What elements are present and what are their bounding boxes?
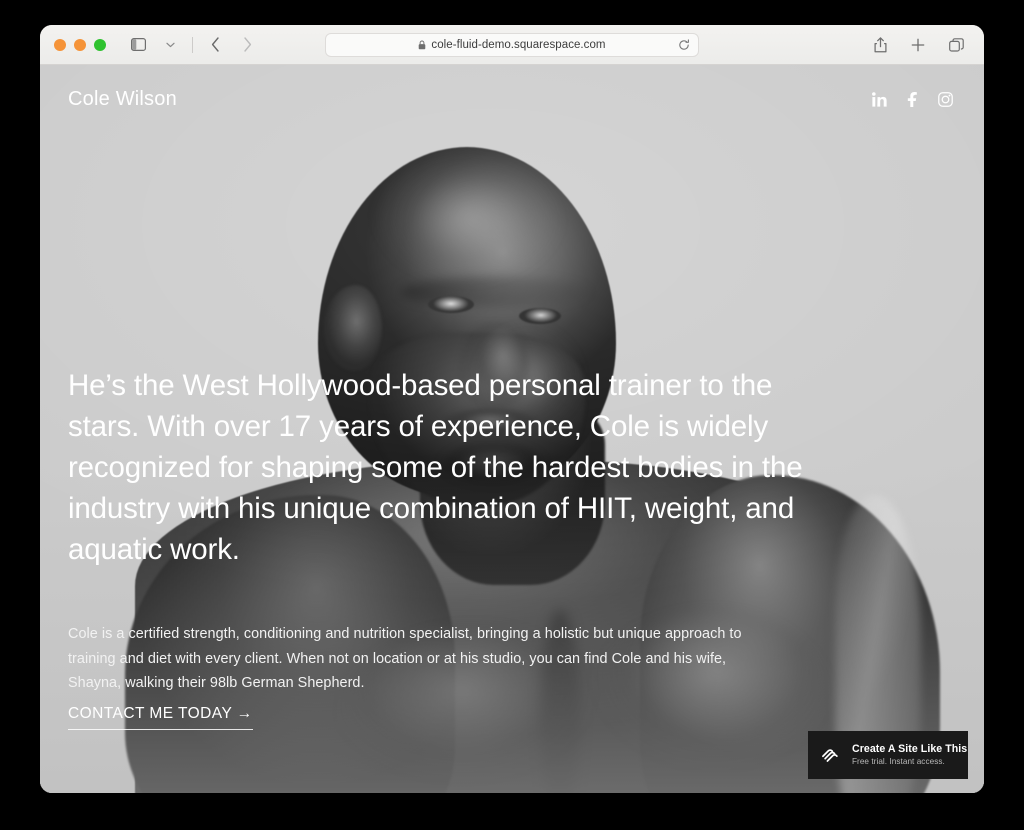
toolbar-right-actions <box>866 33 970 57</box>
back-button[interactable] <box>201 33 229 57</box>
url-text: cole-fluid-demo.squarespace.com <box>431 38 606 51</box>
photo-right-eye <box>519 308 561 324</box>
page-viewport: Cole Wilson He’s the West Hollywood-base… <box>40 65 984 793</box>
reload-icon[interactable] <box>676 37 692 53</box>
close-window-button[interactable] <box>54 38 66 51</box>
linkedin-icon[interactable] <box>871 91 888 108</box>
tab-overview-button[interactable] <box>942 33 970 57</box>
browser-toolbar: cole-fluid-demo.squarespace.com <box>40 25 984 65</box>
squarespace-logo-icon <box>820 744 842 766</box>
browser-window: cole-fluid-demo.squarespace.com Cole Wil… <box>40 25 984 793</box>
promo-text-block: Create A Site Like This Free trial. Inst… <box>852 742 968 767</box>
window-traffic-lights <box>54 38 106 51</box>
sidebar-icon[interactable] <box>124 33 152 57</box>
address-bar-container: cole-fluid-demo.squarespace.com <box>325 32 699 57</box>
squarespace-promo-badge[interactable]: Create A Site Like This Free trial. Inst… <box>808 731 968 779</box>
chevron-down-icon[interactable] <box>156 33 184 57</box>
site-title[interactable]: Cole Wilson <box>68 89 177 109</box>
promo-title: Create A Site Like This <box>852 742 968 755</box>
desktop-backdrop: cole-fluid-demo.squarespace.com Cole Wil… <box>0 0 1024 830</box>
lock-icon <box>418 40 426 50</box>
hero-body-text: Cole is a certified strength, conditioni… <box>68 626 742 691</box>
toolbar-divider <box>192 36 193 53</box>
social-links <box>871 91 954 108</box>
new-tab-button[interactable] <box>904 33 932 57</box>
forward-button[interactable] <box>233 33 261 57</box>
photo-skull-highlight <box>370 160 560 295</box>
share-icon[interactable] <box>866 33 894 57</box>
facebook-icon[interactable] <box>904 91 921 108</box>
minimize-window-button[interactable] <box>74 38 86 51</box>
contact-me-today-link[interactable]: CONTACT ME TODAY → <box>68 702 253 730</box>
instagram-icon[interactable] <box>937 91 954 108</box>
address-bar[interactable]: cole-fluid-demo.squarespace.com <box>325 32 699 57</box>
navigation-controls <box>124 33 261 57</box>
hero-headline: He’s the West Hollywood-based personal t… <box>68 369 803 566</box>
photo-left-eye <box>428 296 474 313</box>
maximize-window-button[interactable] <box>94 38 106 51</box>
site-header: Cole Wilson <box>40 65 984 133</box>
promo-subtitle: Free trial. Instant access. <box>852 757 945 767</box>
photo-ear <box>324 285 382 371</box>
hero-content: He’s the West Hollywood-based personal t… <box>68 365 808 730</box>
